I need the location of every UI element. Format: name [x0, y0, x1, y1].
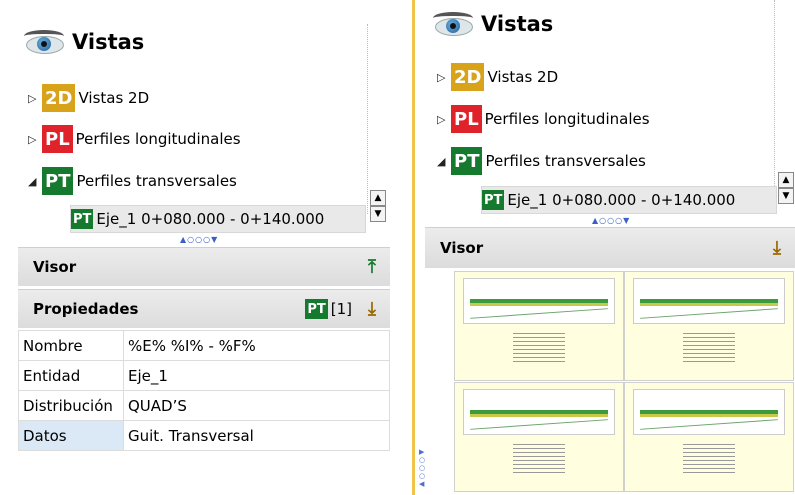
- table-row[interactable]: Nombre %E% %I% - %F%: [18, 330, 390, 361]
- table-row[interactable]: Datos Guit. Transversal: [18, 420, 390, 451]
- section-thumbnail[interactable]: [624, 271, 794, 381]
- badge-pt-icon: PT: [305, 299, 328, 319]
- expand-icon[interactable]: ▷: [28, 133, 42, 146]
- splitter-handle[interactable]: ▲○○○▼: [592, 216, 630, 225]
- eye-icon: [431, 10, 475, 38]
- expand-icon[interactable]: ▷: [437, 113, 451, 126]
- property-value[interactable]: Guit. Transversal: [123, 420, 390, 451]
- tree-scrollbar[interactable]: ▲ ▼: [778, 172, 794, 204]
- scroll-up-icon[interactable]: ▲: [370, 190, 386, 206]
- property-value[interactable]: %E% %I% - %F%: [123, 330, 390, 361]
- tree-item-label: Vistas 2D: [487, 68, 559, 86]
- property-key: Nombre: [18, 330, 124, 361]
- expand-icon[interactable]: ▷: [28, 92, 42, 105]
- count-text: [1]: [330, 300, 352, 318]
- splitter-handle[interactable]: ▲○○○▼: [180, 235, 218, 244]
- property-value[interactable]: Eje_1: [123, 360, 390, 391]
- property-key: Datos: [18, 420, 124, 451]
- pin-down-icon[interactable]: ⤓: [773, 238, 781, 259]
- scroll-down-icon[interactable]: ▼: [778, 188, 794, 204]
- badge-pt-icon: PT: [71, 209, 94, 229]
- propiedades-section-header[interactable]: Propiedades PT [1] ⤓: [18, 289, 390, 328]
- properties-table: Nombre %E% %I% - %F% Entidad Eje_1 Distr…: [18, 330, 390, 451]
- tree-scrollbar[interactable]: ▲ ▼: [370, 190, 386, 222]
- section-thumbnail[interactable]: [624, 382, 794, 492]
- badge-pl-icon: PL: [42, 125, 73, 153]
- vistas-title: Vistas: [481, 12, 554, 36]
- badge-pt-icon: PT: [482, 190, 505, 210]
- tree-item-label: Eje_1 0+080.000 - 0+140.000: [507, 191, 736, 209]
- pin-up-icon[interactable]: ⤒: [368, 257, 376, 278]
- section-thumbnail[interactable]: [454, 271, 624, 381]
- tree-item-eje-1[interactable]: PT Eje_1 0+080.000 - 0+140.000: [481, 186, 777, 214]
- badge-pt-icon: PT: [451, 147, 483, 175]
- collapse-icon[interactable]: ◢: [28, 175, 42, 188]
- tree-item-label: Eje_1 0+080.000 - 0+140.000: [96, 210, 325, 228]
- left-panel: Vistas ▷ 2D Vistas 2D ▷ PL Perfiles long…: [0, 0, 410, 495]
- tree-item-vistas-2d[interactable]: ▷ 2D Vistas 2D: [28, 84, 149, 112]
- selection-count: PT [1]: [305, 299, 352, 319]
- tree-item-eje-1[interactable]: PT Eje_1 0+080.000 - 0+140.000: [70, 205, 366, 233]
- table-row[interactable]: Entidad Eje_1: [18, 360, 390, 391]
- visor-section-header[interactable]: Visor ⤓: [425, 227, 795, 268]
- tree-item-label: Perfiles transversales: [485, 152, 646, 170]
- expand-icon[interactable]: ▷: [437, 71, 451, 84]
- tree-item-label: Perfiles longitudinales: [75, 130, 241, 148]
- tree-item-label: Vistas 2D: [78, 89, 150, 107]
- section-thumbnail[interactable]: [454, 382, 624, 492]
- tree-item-vistas-2d[interactable]: ▷ 2D Vistas 2D: [437, 63, 558, 91]
- tree-item-label: Perfiles longitudinales: [484, 110, 650, 128]
- tree-item-perfiles-transversales[interactable]: ◢ PT Perfiles transversales: [437, 147, 646, 175]
- tree-item-perfiles-transversales[interactable]: ◢ PT Perfiles transversales: [28, 167, 237, 195]
- badge-2d-icon: 2D: [42, 84, 76, 112]
- tree-item-perfiles-longitudinales[interactable]: ▷ PL Perfiles longitudinales: [437, 105, 650, 133]
- badge-pt-icon: PT: [42, 167, 74, 195]
- table-row[interactable]: Distribución QUAD’S: [18, 390, 390, 421]
- pin-down-icon[interactable]: ⤓: [368, 299, 376, 320]
- propiedades-label: Propiedades: [33, 300, 139, 318]
- eye-icon: [22, 28, 66, 56]
- visor-thumbnails: [454, 271, 794, 495]
- tree-divider: [774, 0, 776, 190]
- property-value[interactable]: QUAD’S: [123, 390, 390, 421]
- property-key: Entidad: [18, 360, 124, 391]
- right-panel: Vistas ▷ 2D Vistas 2D ▷ PL Perfiles long…: [417, 0, 795, 495]
- vistas-header: Vistas: [22, 28, 144, 56]
- visor-section-header[interactable]: Visor ⤒: [18, 247, 390, 286]
- collapse-icon[interactable]: ◢: [437, 155, 451, 168]
- badge-2d-icon: 2D: [451, 63, 485, 91]
- tree-divider: [367, 24, 369, 214]
- panel-splitter[interactable]: [410, 0, 417, 495]
- scroll-up-icon[interactable]: ▲: [778, 172, 794, 188]
- vistas-header: Vistas: [431, 10, 553, 38]
- side-splitter-handle[interactable]: ▶ ○ ○ ○ ◀: [419, 448, 425, 488]
- tree-item-perfiles-longitudinales[interactable]: ▷ PL Perfiles longitudinales: [28, 125, 241, 153]
- visor-label: Visor: [33, 258, 77, 276]
- badge-pl-icon: PL: [451, 105, 482, 133]
- property-key: Distribución: [18, 390, 124, 421]
- vistas-title: Vistas: [72, 30, 145, 54]
- scroll-down-icon[interactable]: ▼: [370, 206, 386, 222]
- visor-label: Visor: [440, 239, 484, 257]
- tree-item-label: Perfiles transversales: [76, 172, 237, 190]
